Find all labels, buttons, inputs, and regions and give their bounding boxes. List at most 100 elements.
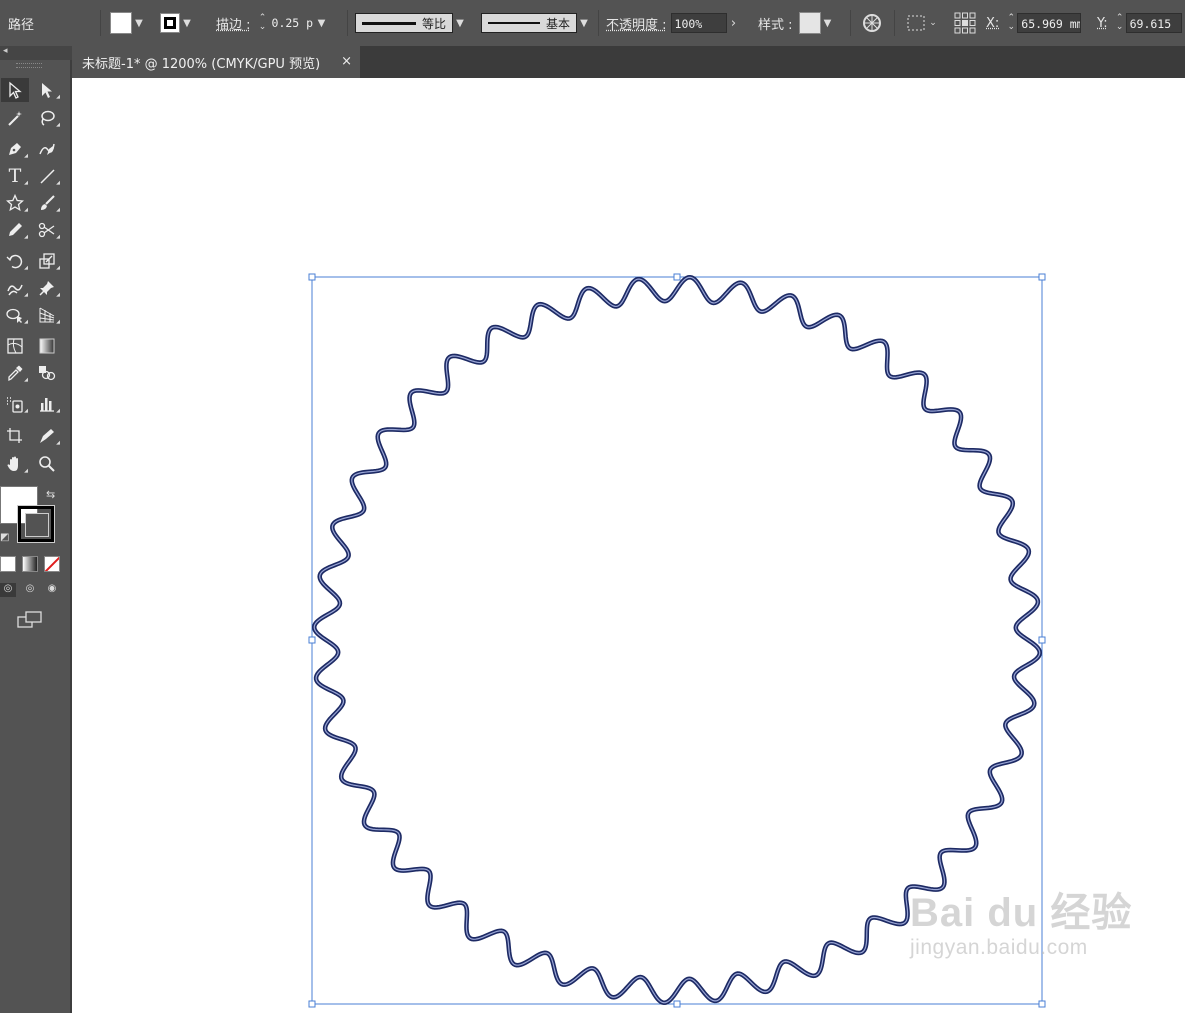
chevron-down-icon[interactable]: ▼	[453, 13, 467, 33]
brush-preview[interactable]: 基本	[481, 13, 577, 33]
color-mode-button[interactable]	[0, 556, 16, 572]
pencil-tool[interactable]: ◢	[1, 218, 29, 242]
column-graph-icon	[40, 398, 54, 412]
column-graph-tool[interactable]: ◢	[33, 392, 61, 416]
fill-control[interactable]: ▼	[110, 12, 146, 34]
x-label[interactable]: X:	[986, 16, 999, 31]
none-mode-button[interactable]	[44, 556, 60, 572]
chevron-right-icon[interactable]: ›	[727, 13, 741, 33]
chevron-down-icon[interactable]: ⌄	[926, 13, 940, 33]
default-colors-icon[interactable]: ◩	[0, 532, 9, 543]
hand-tool[interactable]: ◢	[1, 452, 29, 476]
chevron-down-icon[interactable]: ▼	[821, 13, 835, 33]
align-selection-icon[interactable]	[906, 14, 926, 32]
stroke-weight-field[interactable]: 0.25 p	[268, 13, 315, 33]
lasso-tool[interactable]: ◢	[33, 106, 61, 130]
bounding-box-handle[interactable]	[308, 1000, 316, 1008]
gradient-mode-button[interactable]	[22, 556, 38, 572]
artboard-canvas[interactable]	[72, 78, 1185, 1013]
draw-normal-icon[interactable]: ◎	[0, 583, 16, 597]
stroke-color-swatch[interactable]	[17, 505, 55, 543]
mesh-tool[interactable]	[1, 334, 29, 358]
stroke-label[interactable]: 描边 :	[216, 14, 251, 33]
opacity-label[interactable]: 不透明度 :	[606, 14, 667, 33]
curvature-tool[interactable]	[33, 137, 61, 161]
blend-icon	[39, 366, 56, 381]
line-segment-icon	[40, 169, 55, 184]
symbol-sprayer-icon	[7, 397, 23, 413]
magic-wand-tool[interactable]	[1, 106, 29, 130]
chevron-down-icon[interactable]: ▼	[180, 13, 194, 33]
blend-tool[interactable]	[33, 361, 61, 385]
x-stepper[interactable]: ⌃ ⌄	[1005, 12, 1017, 34]
toolbox-grip[interactable]	[16, 63, 42, 68]
reference-point-icon[interactable]	[954, 12, 976, 34]
variable-width-profile[interactable]: 等比 ▼	[355, 12, 467, 34]
symbol-sprayer-tool[interactable]: ◢	[1, 392, 29, 416]
document-tab[interactable]: 未标题-1* @ 1200% (CMYK/GPU 预览) ×	[72, 46, 360, 78]
chevron-down-icon[interactable]: ▼	[132, 13, 146, 33]
chevron-down-icon[interactable]: ▼	[315, 13, 329, 33]
direct-selection-tool[interactable]: ◢	[33, 78, 61, 102]
document-tab-bar: 未标题-1* @ 1200% (CMYK/GPU 预览) ×	[72, 46, 1185, 78]
star-tool[interactable]: ◢	[1, 191, 29, 215]
rotate-tool[interactable]: ◢	[1, 249, 29, 273]
type-tool[interactable]: T ◢	[1, 164, 29, 188]
scissors-tool[interactable]: ◢	[33, 218, 61, 242]
puppet-warp-tool[interactable]: ◢	[33, 276, 61, 300]
brush-definition[interactable]: 基本 ▼	[481, 12, 591, 34]
draw-inside-icon[interactable]: ◉	[44, 583, 60, 597]
style-swatch[interactable]	[798, 12, 821, 34]
zoom-tool[interactable]	[33, 452, 61, 476]
bounding-box-handle[interactable]	[308, 636, 316, 644]
swap-colors-icon[interactable]: ⇆	[46, 488, 55, 501]
y-label[interactable]: Y:	[1097, 16, 1108, 31]
y-field[interactable]: 69.615	[1125, 13, 1182, 33]
stroke-control[interactable]: ▼	[160, 12, 194, 34]
pen-tool[interactable]: ◢	[1, 137, 29, 161]
paintbrush-tool[interactable]: ◢	[33, 191, 61, 215]
eyedropper-tool[interactable]: ◢	[1, 361, 29, 385]
divider	[850, 10, 851, 36]
bounding-box-handle[interactable]	[1038, 636, 1046, 644]
line-segment-tool[interactable]: ◢	[33, 164, 61, 188]
slice-tool[interactable]: ◢	[33, 424, 61, 448]
bounding-box-handle[interactable]	[1038, 1000, 1046, 1008]
chevron-down-icon[interactable]: ▼	[577, 13, 591, 33]
opacity-field[interactable]: 100%	[670, 13, 727, 33]
artboard-tool[interactable]	[1, 424, 29, 448]
selection-tool[interactable]	[1, 78, 29, 102]
recolor-artwork-button[interactable]	[862, 12, 882, 34]
pencil-icon	[9, 223, 22, 236]
screen-mode-button[interactable]	[17, 611, 43, 632]
y-stepper[interactable]: ⌃ ⌄	[1114, 12, 1126, 34]
collapse-arrow-icon[interactable]: ◂	[3, 46, 8, 56]
stroke-weight-stepper[interactable]: ⌃ ⌄	[257, 12, 269, 34]
x-field[interactable]: 65.969 mm	[1017, 13, 1082, 33]
align-to-selection[interactable]: ⌄	[906, 12, 940, 34]
scale-tool[interactable]: ◢	[33, 249, 61, 273]
fill-swatch[interactable]	[110, 12, 132, 34]
bounding-box-handle[interactable]	[673, 1000, 681, 1008]
paintbrush-icon	[41, 195, 55, 210]
style-label: 样式 :	[758, 17, 793, 33]
color-wheel-icon[interactable]	[862, 13, 882, 33]
profile-preview[interactable]: 等比	[355, 13, 453, 33]
y-position-control: Y: ⌃ ⌄ 69.615	[1097, 12, 1182, 34]
stroke-swatch[interactable]	[160, 13, 180, 33]
rotate-icon	[6, 254, 23, 269]
close-icon[interactable]: ×	[341, 54, 352, 69]
warp-tool[interactable]: ◢	[1, 276, 29, 300]
toolbox-collapse-handle[interactable]: ◂	[0, 46, 72, 60]
screen-mode-icon	[17, 611, 42, 628]
bounding-box-handle[interactable]	[308, 273, 316, 281]
gradient-tool[interactable]	[33, 334, 61, 358]
reference-point[interactable]	[954, 12, 976, 34]
bounding-box-handle[interactable]	[673, 273, 681, 281]
shape-builder-tool[interactable]: ◢	[1, 303, 29, 327]
artwork-svg[interactable]	[72, 78, 1185, 1013]
draw-behind-icon[interactable]: ◎	[22, 583, 38, 597]
baidu-jingyan-watermark: Bai du 经验 jingyan.baidu.com	[910, 880, 1132, 960]
perspective-grid-tool[interactable]: ◢	[33, 303, 61, 327]
bounding-box-handle[interactable]	[1038, 273, 1046, 281]
